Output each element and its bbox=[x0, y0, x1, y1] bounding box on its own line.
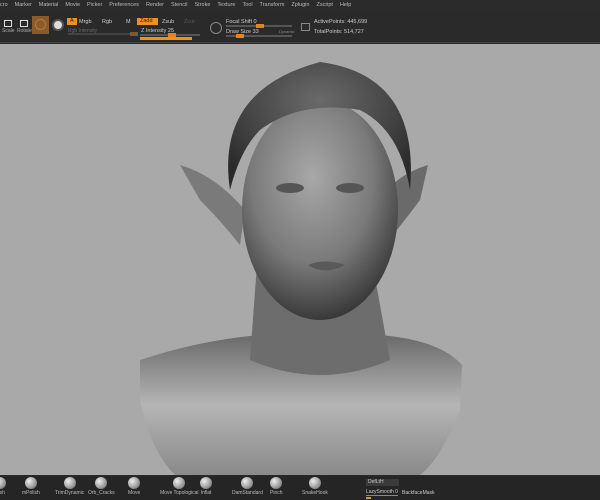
menu-bar: cro Marker Material Movie Picker Preferences R… bbox=[0, 0, 600, 10]
brush-damstandard[interactable]: DamStandard bbox=[232, 477, 263, 496]
brush-label: Orb_Cracks bbox=[88, 490, 115, 496]
brush-label: Pinch bbox=[270, 490, 283, 496]
lazy-mouse-icon[interactable] bbox=[210, 22, 222, 34]
brush-icon bbox=[308, 477, 321, 489]
brush-shelf: rush mPolish TrimDynamicOrb_Cracks Move Move… bbox=[0, 476, 600, 500]
scale-button[interactable]: Scale bbox=[2, 20, 15, 34]
brush-icon bbox=[0, 477, 6, 489]
z-intensity-slider[interactable] bbox=[140, 33, 200, 37]
mrgb-toggle[interactable]: Mrgb bbox=[79, 19, 92, 25]
stroke-icon[interactable] bbox=[52, 19, 64, 31]
zsub-toggle[interactable]: Zsub bbox=[162, 19, 174, 25]
brush-icon bbox=[241, 477, 254, 489]
brush-thumbnail-button[interactable] bbox=[32, 16, 49, 34]
brush-icon bbox=[128, 477, 141, 489]
sculpt-model bbox=[140, 62, 462, 475]
menu-item-zplugin[interactable]: Zplugin bbox=[291, 2, 309, 8]
brush-label: SnakeHook bbox=[302, 490, 328, 496]
menu-item-cro[interactable]: cro bbox=[0, 2, 8, 8]
menu-item-material[interactable]: Material bbox=[39, 2, 59, 8]
brush-label: TrimDynamic bbox=[55, 490, 85, 496]
brush-pinch[interactable]: Pinch bbox=[270, 477, 283, 496]
menu-item-help[interactable]: Help bbox=[340, 2, 351, 8]
menu-item-texture[interactable]: Texture bbox=[217, 2, 235, 8]
brush-trimdynamic[interactable]: TrimDynamic bbox=[55, 477, 84, 496]
rotate-icon bbox=[20, 20, 28, 27]
rotate-button[interactable]: Rotate bbox=[17, 20, 32, 34]
brush-move[interactable]: Move bbox=[128, 477, 140, 496]
ear-left bbox=[180, 165, 245, 245]
m-toggle[interactable]: M bbox=[126, 19, 131, 25]
menu-item-transform[interactable]: Transform bbox=[260, 2, 285, 8]
menu-item-preferences[interactable]: Preferences bbox=[109, 2, 139, 8]
brush-icon bbox=[35, 19, 46, 30]
brush-icon bbox=[173, 477, 186, 489]
active-points: ActivePoints: 445,699 bbox=[314, 19, 368, 25]
menu-item-tool[interactable]: Tool bbox=[242, 2, 252, 8]
menu-item-stencil[interactable]: Stencil bbox=[171, 2, 188, 8]
brush-snakehook[interactable]: SnakeHook bbox=[302, 477, 328, 496]
draw-size-slider[interactable] bbox=[226, 34, 292, 38]
lazy-smooth-slider[interactable]: LazySmooth 0 bbox=[366, 489, 398, 496]
deformation-field[interactable]: DefLtH bbox=[366, 479, 399, 486]
brush-orb-cracks[interactable]: Orb_Cracks bbox=[88, 477, 115, 496]
z-intensity-bar bbox=[140, 37, 192, 40]
brush-label: Move Topological bbox=[160, 490, 199, 496]
lazy-smooth-knob bbox=[366, 497, 371, 499]
brush-icon bbox=[95, 477, 108, 489]
menu-item-stroke[interactable]: Stroke bbox=[195, 2, 211, 8]
scale-icon bbox=[4, 20, 12, 27]
menu-item-picker[interactable]: Picker bbox=[87, 2, 102, 8]
dynamic-toggle[interactable]: Dynamic bbox=[279, 29, 295, 34]
brush-label: DamStandard bbox=[232, 490, 263, 496]
rgb-toggle[interactable]: Rgb bbox=[102, 19, 112, 25]
brush-icon bbox=[24, 477, 37, 489]
focal-shift-slider[interactable] bbox=[226, 24, 292, 28]
canvas-viewport[interactable] bbox=[0, 44, 600, 475]
backface-mask-toggle[interactable]: BackfaceMask bbox=[402, 490, 435, 496]
rgb-intensity-slider[interactable] bbox=[68, 32, 138, 36]
brush-label: rush bbox=[0, 490, 5, 496]
brush-rush[interactable]: rush bbox=[0, 477, 6, 496]
menu-item-movie[interactable]: Movie bbox=[65, 2, 80, 8]
zcut-toggle[interactable]: Zcut bbox=[184, 19, 195, 25]
brush-mpolish[interactable]: mPolish bbox=[22, 477, 40, 496]
brush-label: Move bbox=[128, 490, 141, 496]
zadd-toggle[interactable]: Zadd bbox=[137, 18, 158, 25]
brush-icon bbox=[63, 477, 76, 489]
menu-item-marker[interactable]: Marker bbox=[15, 2, 32, 8]
menu-item-zscript[interactable]: Zscript bbox=[316, 2, 333, 8]
menu-item-render[interactable]: Render bbox=[146, 2, 164, 8]
a-toggle[interactable]: A bbox=[67, 18, 77, 25]
top-toolbar: Scale Rotate A Mrgb Rgb M Rgb Intensity … bbox=[0, 10, 600, 43]
brush-inflat[interactable]: Inflat bbox=[200, 477, 212, 496]
total-points: TotalPoints: 514,727 bbox=[314, 29, 364, 35]
face-shape bbox=[242, 100, 398, 320]
brush-icon bbox=[200, 477, 212, 489]
brush-move-topological[interactable]: Move Topological bbox=[160, 477, 199, 496]
points-icon bbox=[301, 23, 310, 31]
brush-icon bbox=[270, 477, 283, 489]
brush-label: mPolish bbox=[22, 490, 40, 496]
brush-label: Inflat bbox=[200, 490, 212, 496]
